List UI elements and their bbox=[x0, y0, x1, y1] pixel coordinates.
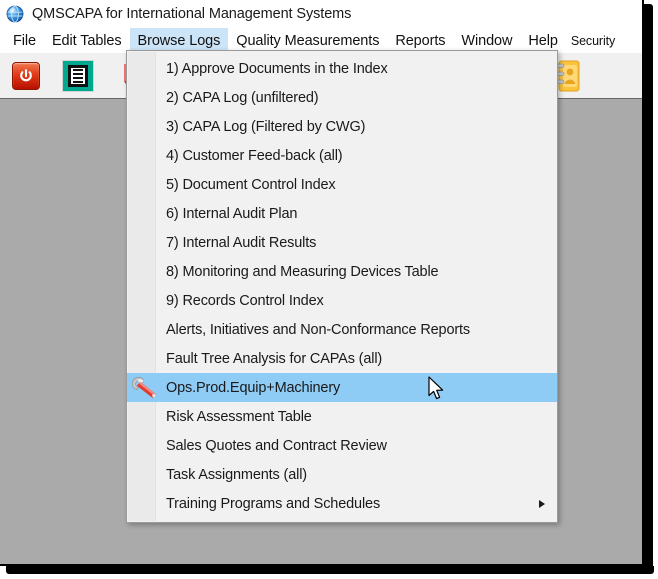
menu-item-label: 7) Internal Audit Results bbox=[166, 235, 316, 251]
menu-item-document-control-index[interactable]: 5) Document Control Index bbox=[127, 170, 557, 199]
menu-item-capa-log-filtered-by-cwg[interactable]: 3) CAPA Log (Filtered by CWG) bbox=[127, 112, 557, 141]
menu-item-internal-audit-plan[interactable]: 6) Internal Audit Plan bbox=[127, 199, 557, 228]
menu-item-task-assignments-all[interactable]: Task Assignments (all) bbox=[127, 460, 557, 489]
chevron-right-icon bbox=[539, 500, 545, 508]
menu-item-label: 9) Records Control Index bbox=[166, 293, 324, 309]
globe-icon bbox=[6, 5, 24, 23]
menu-item-label: 3) CAPA Log (Filtered by CWG) bbox=[166, 119, 365, 135]
menu-item-label: Risk Assessment Table bbox=[166, 409, 312, 425]
menu-item-capa-log-unfiltered[interactable]: 2) CAPA Log (unfiltered) bbox=[127, 83, 557, 112]
menu-item-risk-assessment-table[interactable]: Risk Assessment Table bbox=[127, 402, 557, 431]
power-icon bbox=[12, 62, 40, 90]
document-list-icon bbox=[62, 60, 94, 92]
menu-item-label: Sales Quotes and Contract Review bbox=[166, 438, 387, 454]
menu-item-label: 8) Monitoring and Measuring Devices Tabl… bbox=[166, 264, 438, 280]
menu-item-label: Training Programs and Schedules bbox=[166, 496, 380, 512]
menu-item-approve-documents-in-the-index[interactable]: 1) Approve Documents in the Index bbox=[127, 54, 557, 83]
window-shadow-bottom bbox=[0, 566, 658, 579]
menubar-item-security[interactable]: Security bbox=[566, 28, 620, 53]
menu-item-alerts-initiatives-and-non-conformance-reports[interactable]: Alerts, Initiatives and Non-Conformance … bbox=[127, 315, 557, 344]
menu-item-label: Task Assignments (all) bbox=[166, 467, 307, 483]
menu-item-label: 1) Approve Documents in the Index bbox=[166, 61, 388, 77]
menu-item-monitoring-and-measuring-devices-table[interactable]: 8) Monitoring and Measuring Devices Tabl… bbox=[127, 257, 557, 286]
menu-item-label: 5) Document Control Index bbox=[166, 177, 336, 193]
window-title: QMSCAPA for International Management Sys… bbox=[32, 6, 351, 22]
menu-item-training-programs-and-schedules[interactable]: Training Programs and Schedules bbox=[127, 489, 557, 518]
menu-item-label: Alerts, Initiatives and Non-Conformance … bbox=[166, 322, 470, 338]
browse-logs-dropdown-menu: 1) Approve Documents in the Index 2) CAP… bbox=[126, 50, 558, 523]
menu-item-label: Fault Tree Analysis for CAPAs (all) bbox=[166, 351, 382, 367]
documents-button[interactable] bbox=[52, 53, 104, 98]
menu-item-label: 4) Customer Feed-back (all) bbox=[166, 148, 342, 164]
menu-item-internal-audit-results[interactable]: 7) Internal Audit Results bbox=[127, 228, 557, 257]
menu-item-fault-tree-analysis-for-capas-all[interactable]: Fault Tree Analysis for CAPAs (all) bbox=[127, 344, 557, 373]
title-bar: QMSCAPA for International Management Sys… bbox=[0, 0, 644, 28]
window-shadow-right bbox=[644, 0, 658, 579]
menubar-item-edit-tables[interactable]: Edit Tables bbox=[44, 28, 130, 53]
menubar-item-file[interactable]: File bbox=[5, 28, 44, 53]
menu-item-label: 6) Internal Audit Plan bbox=[166, 206, 297, 222]
menu-item-ops-prod-equip-machinery[interactable]: Ops.Prod.Equip+Machinery bbox=[127, 373, 557, 402]
menu-item-sales-quotes-and-contract-review[interactable]: Sales Quotes and Contract Review bbox=[127, 431, 557, 460]
menu-item-records-control-index[interactable]: 9) Records Control Index bbox=[127, 286, 557, 315]
wrench-icon bbox=[125, 375, 163, 401]
menu-item-label: Ops.Prod.Equip+Machinery bbox=[166, 380, 340, 396]
menu-item-label: 2) CAPA Log (unfiltered) bbox=[166, 90, 319, 106]
menu-item-customer-feedback-all[interactable]: 4) Customer Feed-back (all) bbox=[127, 141, 557, 170]
power-exit-button[interactable] bbox=[0, 53, 52, 98]
application-window: QMSCAPA for International Management Sys… bbox=[0, 0, 644, 566]
